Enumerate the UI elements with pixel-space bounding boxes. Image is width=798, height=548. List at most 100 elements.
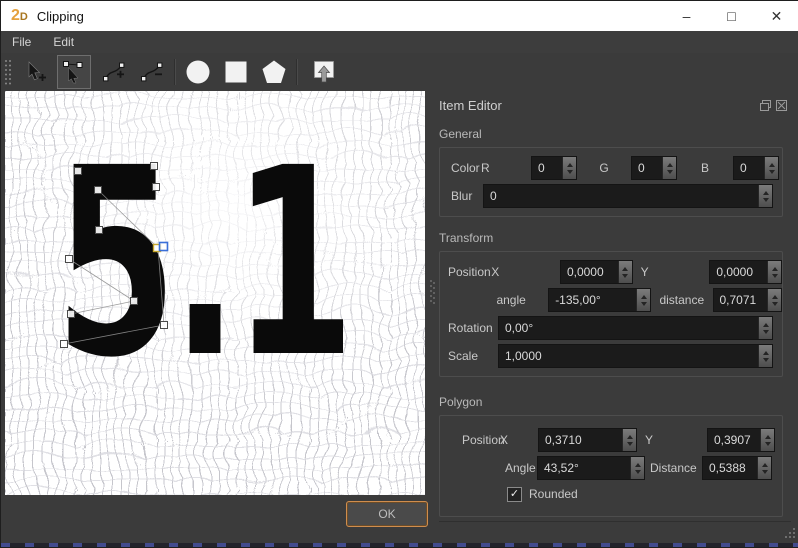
float-panel-icon[interactable] (760, 100, 771, 111)
scale-input[interactable]: 1,0000 (498, 344, 773, 368)
transform-distance-input[interactable]: 0,7071 (713, 288, 783, 312)
node-handle[interactable] (95, 187, 102, 194)
color-r-spinner[interactable] (562, 157, 576, 179)
rectangle-shape-icon (223, 59, 249, 85)
section-general: Color R 0 G 0 B 0 Blur (439, 147, 783, 217)
clip-import-tool-button[interactable] (307, 55, 341, 89)
transform-distance-label: distance (651, 293, 712, 307)
app-logo: 2 D (11, 8, 28, 24)
blur-spinner[interactable] (758, 185, 772, 207)
polygon-distance-input[interactable]: 0,5388 (702, 456, 772, 480)
polygon-distance-spinner[interactable] (757, 457, 771, 479)
app-window: 2 D Clipping – □ ✕ File Edit (0, 0, 798, 548)
transform-distance-spinner[interactable] (767, 289, 781, 311)
node-handle[interactable] (161, 322, 168, 329)
window-title: Clipping (37, 9, 84, 24)
node-handle[interactable] (131, 298, 138, 305)
close-panel-icon[interactable] (776, 100, 787, 111)
logo-d: D (20, 11, 28, 23)
node-handle[interactable] (153, 184, 160, 191)
remove-node-icon (140, 60, 164, 84)
select-arrow-icon (24, 60, 48, 84)
color-b-spinner[interactable] (764, 157, 778, 179)
circle-tool-button[interactable] (181, 55, 215, 89)
polygon-y-label: Y (637, 433, 707, 447)
circle-shape-icon (185, 59, 211, 85)
node-edit-arrow-icon (62, 60, 86, 84)
section-transform: Position X 0,0000 Y 0,0000 angle -135,00… (439, 251, 783, 377)
blur-label: Blur (451, 189, 483, 203)
rectangle-tool-button[interactable] (219, 55, 253, 89)
polygon-x-label: X (500, 433, 511, 447)
resize-grip-icon[interactable] (781, 526, 796, 541)
polygon-x-input[interactable]: 0,3710 (538, 428, 637, 452)
polygon-y-input[interactable]: 0,3907 (707, 428, 775, 452)
scale-spinner[interactable] (758, 345, 772, 367)
section-polygon-label: Polygon (439, 395, 791, 409)
rotation-spinner[interactable] (758, 317, 772, 339)
transform-y-spinner[interactable] (767, 261, 781, 283)
logo-2: 2 (11, 8, 20, 24)
b-label: B (677, 161, 733, 175)
transform-x-spinner[interactable] (618, 261, 632, 283)
r-label: R (481, 161, 531, 175)
node-handle[interactable] (96, 227, 103, 234)
pentagon-tool-button[interactable] (257, 55, 291, 89)
close-button[interactable]: ✕ (754, 1, 798, 31)
polygon-position-label: Position (462, 433, 500, 447)
clip-import-icon (311, 59, 337, 85)
transform-y-label: Y (633, 265, 710, 279)
blur-input[interactable]: 0 (483, 184, 773, 208)
add-node-icon (102, 60, 126, 84)
node-handle[interactable] (68, 311, 75, 318)
item-editor-panel: Item Editor General Color R 0 (439, 91, 791, 522)
menu-edit[interactable]: Edit (42, 35, 85, 49)
menu-file[interactable]: File (1, 35, 42, 49)
select-tool-button[interactable] (19, 55, 53, 89)
color-r-input[interactable]: 0 (531, 156, 577, 180)
polygon-angle-input[interactable]: 43,52° (537, 456, 645, 480)
panel-title: Item Editor (439, 98, 502, 113)
remove-node-tool-button[interactable] (135, 55, 169, 89)
color-g-input[interactable]: 0 (631, 156, 677, 180)
transform-y-input[interactable]: 0,0000 (709, 260, 782, 284)
color-b-input[interactable]: 0 (733, 156, 779, 180)
section-general-label: General (439, 127, 791, 141)
rotation-label: Rotation (448, 321, 498, 335)
menu-bar: File Edit (1, 31, 798, 54)
node-handle[interactable] (66, 256, 73, 263)
polygon-angle-label: Angle (505, 461, 537, 475)
node-edit-tool-button[interactable] (57, 55, 91, 89)
transform-x-input[interactable]: 0,0000 (560, 260, 633, 284)
maximize-button[interactable]: □ (709, 1, 754, 31)
drawing-canvas[interactable]: 5.1 (5, 91, 425, 495)
rotation-input[interactable]: 0,00° (498, 316, 773, 340)
titlebar[interactable]: 2 D Clipping – □ ✕ (1, 1, 798, 31)
rounded-checkbox[interactable]: ✓ (507, 487, 522, 502)
section-transform-label: Transform (439, 231, 791, 245)
transform-position-label: Position (448, 265, 491, 279)
panel-splitter[interactable] (425, 91, 439, 495)
canvas-shape-text[interactable]: 5.1 (55, 113, 350, 415)
add-node-tool-button[interactable] (97, 55, 131, 89)
polygon-distance-label: Distance (645, 461, 702, 475)
node-handle[interactable] (151, 163, 158, 170)
color-g-spinner[interactable] (662, 157, 676, 179)
bottom-edge-strip (1, 543, 798, 547)
toolbar-drag-handle-icon[interactable] (3, 58, 13, 86)
node-handle[interactable] (75, 168, 82, 175)
ok-button[interactable]: OK (346, 501, 428, 527)
transform-angle-spinner[interactable] (636, 289, 650, 311)
minimize-button[interactable]: – (664, 1, 709, 31)
transform-x-label: X (491, 265, 504, 279)
node-handle-selected[interactable] (160, 243, 168, 251)
node-handle[interactable] (61, 341, 68, 348)
polygon-angle-spinner[interactable] (630, 457, 644, 479)
toolbar-separator (296, 59, 298, 85)
splitter-grip-icon (429, 279, 436, 307)
rounded-label: Rounded (529, 487, 578, 501)
polygon-x-spinner[interactable] (622, 429, 636, 451)
transform-angle-input[interactable]: -135,00° (548, 288, 651, 312)
polygon-y-spinner[interactable] (760, 429, 774, 451)
color-label: Color (451, 161, 481, 175)
